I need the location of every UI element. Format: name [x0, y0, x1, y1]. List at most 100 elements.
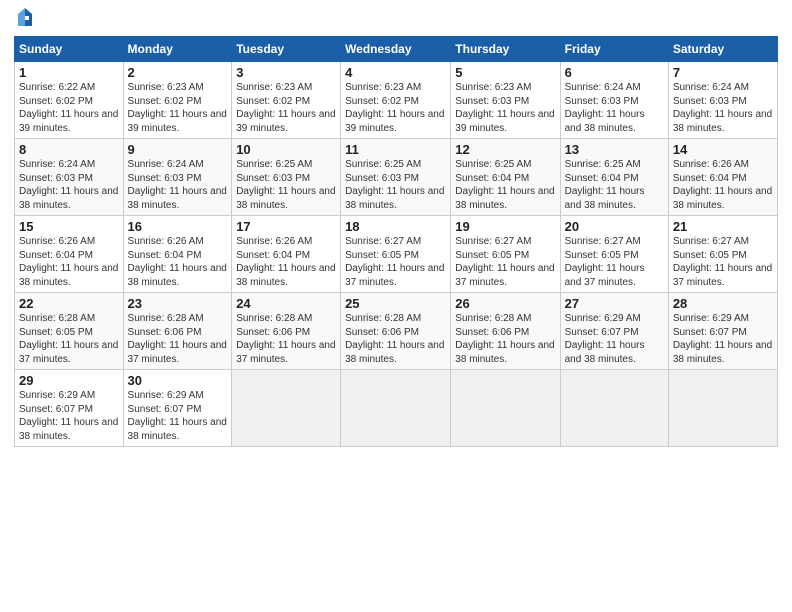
day-number: 18: [345, 219, 446, 234]
week-row-2: 15 Sunrise: 6:26 AMSunset: 6:04 PMDaylig…: [15, 216, 778, 293]
day-number: 19: [455, 219, 555, 234]
day-info: Sunrise: 6:24 AMSunset: 6:03 PMDaylight:…: [565, 82, 645, 134]
day-cell: 10 Sunrise: 6:25 AMSunset: 6:03 PMDaylig…: [232, 139, 341, 216]
day-info: Sunrise: 6:23 AMSunset: 6:02 PMDaylight:…: [345, 82, 444, 134]
day-info: Sunrise: 6:28 AMSunset: 6:06 PMDaylight:…: [128, 313, 227, 365]
day-cell: 5 Sunrise: 6:23 AMSunset: 6:03 PMDayligh…: [451, 62, 560, 139]
day-info: Sunrise: 6:26 AMSunset: 6:04 PMDaylight:…: [19, 236, 118, 288]
col-wednesday: Wednesday: [341, 37, 451, 62]
day-number: 1: [19, 65, 119, 80]
col-thursday: Thursday: [451, 37, 560, 62]
day-cell: 6 Sunrise: 6:24 AMSunset: 6:03 PMDayligh…: [560, 62, 668, 139]
day-info: Sunrise: 6:25 AMSunset: 6:04 PMDaylight:…: [455, 159, 554, 211]
day-info: Sunrise: 6:29 AMSunset: 6:07 PMDaylight:…: [19, 390, 118, 442]
day-number: 27: [565, 296, 664, 311]
day-number: 9: [128, 142, 228, 157]
day-info: Sunrise: 6:27 AMSunset: 6:05 PMDaylight:…: [455, 236, 554, 288]
day-number: 17: [236, 219, 336, 234]
calendar-body: 1 Sunrise: 6:22 AMSunset: 6:02 PMDayligh…: [15, 62, 778, 447]
day-cell: 1 Sunrise: 6:22 AMSunset: 6:02 PMDayligh…: [15, 62, 124, 139]
day-info: Sunrise: 6:26 AMSunset: 6:04 PMDaylight:…: [128, 236, 227, 288]
day-info: Sunrise: 6:27 AMSunset: 6:05 PMDaylight:…: [673, 236, 772, 288]
day-cell: 17 Sunrise: 6:26 AMSunset: 6:04 PMDaylig…: [232, 216, 341, 293]
page-container: Sunday Monday Tuesday Wednesday Thursday…: [0, 0, 792, 612]
col-sunday: Sunday: [15, 37, 124, 62]
day-number: 10: [236, 142, 336, 157]
day-number: 7: [673, 65, 773, 80]
day-number: 22: [19, 296, 119, 311]
day-cell: 30 Sunrise: 6:29 AMSunset: 6:07 PMDaylig…: [123, 370, 232, 447]
day-cell: [232, 370, 341, 447]
day-info: Sunrise: 6:26 AMSunset: 6:04 PMDaylight:…: [236, 236, 335, 288]
day-cell: 29 Sunrise: 6:29 AMSunset: 6:07 PMDaylig…: [15, 370, 124, 447]
day-number: 5: [455, 65, 555, 80]
day-number: 24: [236, 296, 336, 311]
day-info: Sunrise: 6:27 AMSunset: 6:05 PMDaylight:…: [345, 236, 444, 288]
day-number: 23: [128, 296, 228, 311]
day-number: 6: [565, 65, 664, 80]
day-number: 21: [673, 219, 773, 234]
day-number: 16: [128, 219, 228, 234]
logo-text: [14, 10, 34, 28]
day-cell: 4 Sunrise: 6:23 AMSunset: 6:02 PMDayligh…: [341, 62, 451, 139]
day-number: 11: [345, 142, 446, 157]
day-cell: [668, 370, 777, 447]
week-row-4: 29 Sunrise: 6:29 AMSunset: 6:07 PMDaylig…: [15, 370, 778, 447]
day-cell: 12 Sunrise: 6:25 AMSunset: 6:04 PMDaylig…: [451, 139, 560, 216]
day-number: 12: [455, 142, 555, 157]
day-cell: [451, 370, 560, 447]
day-number: 28: [673, 296, 773, 311]
logo: [14, 10, 34, 28]
day-cell: 11 Sunrise: 6:25 AMSunset: 6:03 PMDaylig…: [341, 139, 451, 216]
day-info: Sunrise: 6:24 AMSunset: 6:03 PMDaylight:…: [19, 159, 118, 211]
week-row-1: 8 Sunrise: 6:24 AMSunset: 6:03 PMDayligh…: [15, 139, 778, 216]
day-cell: 21 Sunrise: 6:27 AMSunset: 6:05 PMDaylig…: [668, 216, 777, 293]
day-number: 15: [19, 219, 119, 234]
day-number: 29: [19, 373, 119, 388]
day-number: 3: [236, 65, 336, 80]
day-cell: 18 Sunrise: 6:27 AMSunset: 6:05 PMDaylig…: [341, 216, 451, 293]
day-cell: 16 Sunrise: 6:26 AMSunset: 6:04 PMDaylig…: [123, 216, 232, 293]
day-info: Sunrise: 6:23 AMSunset: 6:02 PMDaylight:…: [128, 82, 227, 134]
day-info: Sunrise: 6:25 AMSunset: 6:03 PMDaylight:…: [345, 159, 444, 211]
week-row-0: 1 Sunrise: 6:22 AMSunset: 6:02 PMDayligh…: [15, 62, 778, 139]
day-cell: 24 Sunrise: 6:28 AMSunset: 6:06 PMDaylig…: [232, 293, 341, 370]
day-info: Sunrise: 6:26 AMSunset: 6:04 PMDaylight:…: [673, 159, 772, 211]
day-cell: 15 Sunrise: 6:26 AMSunset: 6:04 PMDaylig…: [15, 216, 124, 293]
col-tuesday: Tuesday: [232, 37, 341, 62]
day-info: Sunrise: 6:29 AMSunset: 6:07 PMDaylight:…: [673, 313, 772, 365]
calendar-table: Sunday Monday Tuesday Wednesday Thursday…: [14, 36, 778, 447]
day-number: 8: [19, 142, 119, 157]
day-info: Sunrise: 6:27 AMSunset: 6:05 PMDaylight:…: [565, 236, 645, 288]
day-number: 13: [565, 142, 664, 157]
header: [14, 10, 778, 28]
day-cell: 28 Sunrise: 6:29 AMSunset: 6:07 PMDaylig…: [668, 293, 777, 370]
day-cell: 13 Sunrise: 6:25 AMSunset: 6:04 PMDaylig…: [560, 139, 668, 216]
col-saturday: Saturday: [668, 37, 777, 62]
day-info: Sunrise: 6:29 AMSunset: 6:07 PMDaylight:…: [565, 313, 645, 365]
day-cell: [341, 370, 451, 447]
day-info: Sunrise: 6:22 AMSunset: 6:02 PMDaylight:…: [19, 82, 118, 134]
day-cell: [560, 370, 668, 447]
day-number: 2: [128, 65, 228, 80]
day-cell: 2 Sunrise: 6:23 AMSunset: 6:02 PMDayligh…: [123, 62, 232, 139]
day-cell: 25 Sunrise: 6:28 AMSunset: 6:06 PMDaylig…: [341, 293, 451, 370]
day-number: 25: [345, 296, 446, 311]
day-cell: 26 Sunrise: 6:28 AMSunset: 6:06 PMDaylig…: [451, 293, 560, 370]
day-number: 14: [673, 142, 773, 157]
day-cell: 19 Sunrise: 6:27 AMSunset: 6:05 PMDaylig…: [451, 216, 560, 293]
day-cell: 20 Sunrise: 6:27 AMSunset: 6:05 PMDaylig…: [560, 216, 668, 293]
day-cell: 7 Sunrise: 6:24 AMSunset: 6:03 PMDayligh…: [668, 62, 777, 139]
day-cell: 23 Sunrise: 6:28 AMSunset: 6:06 PMDaylig…: [123, 293, 232, 370]
day-cell: 9 Sunrise: 6:24 AMSunset: 6:03 PMDayligh…: [123, 139, 232, 216]
day-info: Sunrise: 6:25 AMSunset: 6:03 PMDaylight:…: [236, 159, 335, 211]
day-info: Sunrise: 6:29 AMSunset: 6:07 PMDaylight:…: [128, 390, 227, 442]
day-info: Sunrise: 6:28 AMSunset: 6:06 PMDaylight:…: [236, 313, 335, 365]
day-info: Sunrise: 6:25 AMSunset: 6:04 PMDaylight:…: [565, 159, 645, 211]
header-row: Sunday Monday Tuesday Wednesday Thursday…: [15, 37, 778, 62]
day-cell: 14 Sunrise: 6:26 AMSunset: 6:04 PMDaylig…: [668, 139, 777, 216]
day-cell: 8 Sunrise: 6:24 AMSunset: 6:03 PMDayligh…: [15, 139, 124, 216]
day-number: 26: [455, 296, 555, 311]
day-info: Sunrise: 6:28 AMSunset: 6:06 PMDaylight:…: [455, 313, 554, 365]
day-number: 20: [565, 219, 664, 234]
